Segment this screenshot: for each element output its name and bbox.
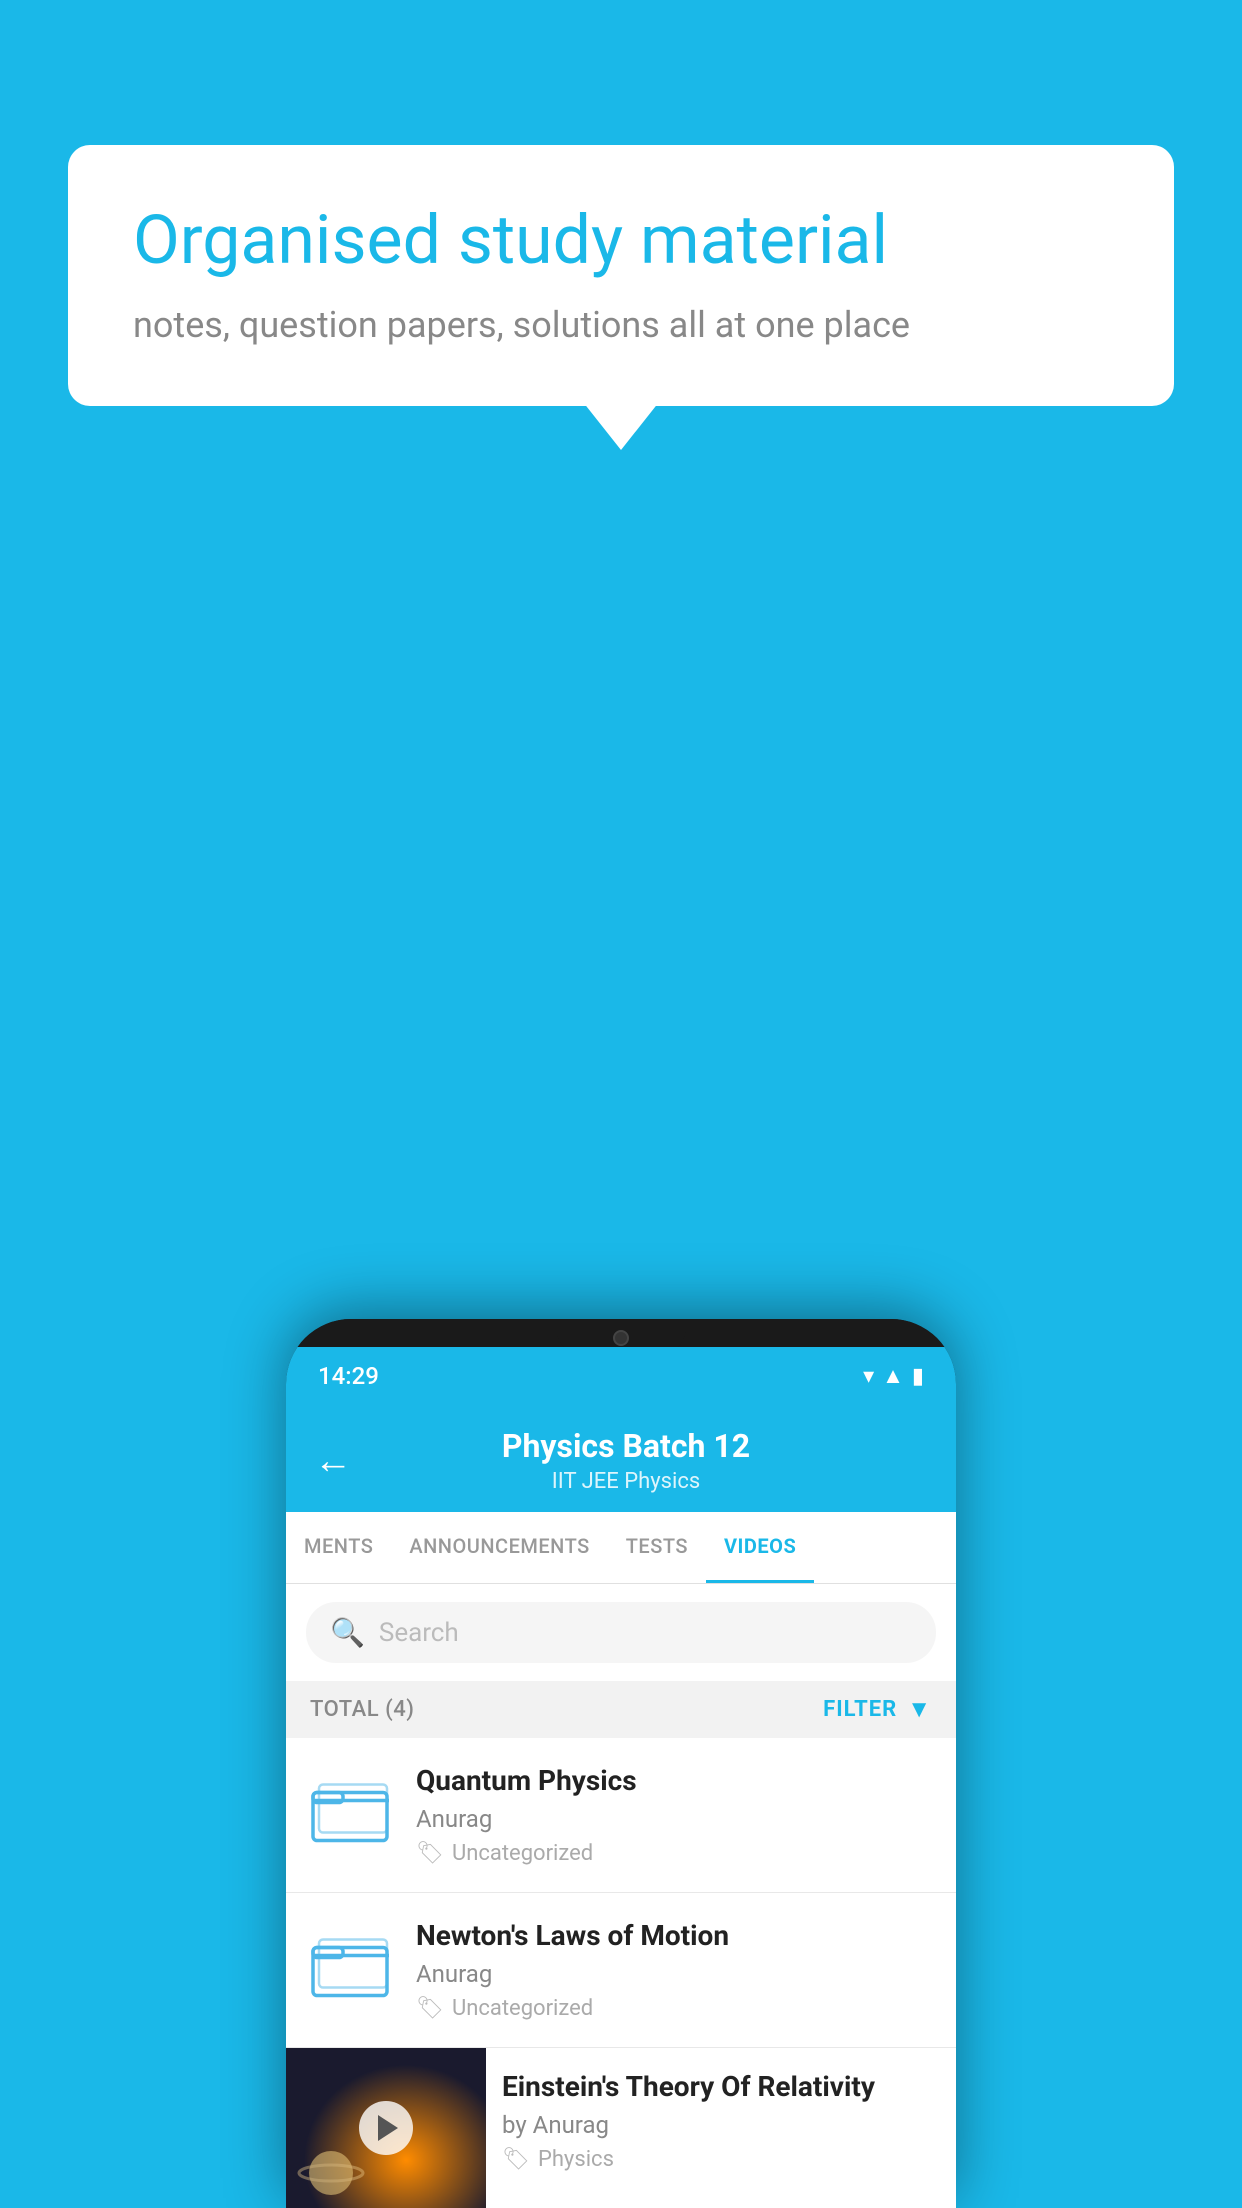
status-bar: 14:29 ▾ ▲ ▮: [286, 1347, 956, 1405]
search-container: 🔍 Search: [286, 1584, 956, 1681]
phone-top-bezel: [286, 1319, 956, 1347]
total-count: TOTAL (4): [310, 1697, 414, 1722]
tabs: MENTS ANNOUNCEMENTS TESTS VIDEOS: [286, 1512, 956, 1584]
filter-row: TOTAL (4) FILTER ▼: [286, 1681, 956, 1738]
video-info: Quantum Physics Anurag 🏷 Uncategorized: [416, 1764, 936, 1866]
tab-announcements[interactable]: ANNOUNCEMENTS: [391, 1512, 607, 1583]
back-button[interactable]: ←: [314, 1442, 352, 1480]
speech-bubble: Organised study material notes, question…: [68, 145, 1174, 406]
folder-thumbnail: [306, 1919, 396, 2009]
tag-icon: 🏷: [416, 1996, 444, 2021]
bubble-title: Organised study material: [133, 200, 1109, 282]
screen: ← Physics Batch 12 IIT JEE Physics MENTS…: [286, 1405, 956, 2208]
video-author: by Anurag: [502, 2111, 940, 2139]
folder-icon: [311, 1927, 391, 2002]
app-header: ← Physics Batch 12 IIT JEE Physics: [286, 1405, 956, 1512]
filter-label: FILTER: [823, 1697, 897, 1722]
space-visual: [296, 2138, 366, 2198]
video-author: Anurag: [416, 1960, 936, 1988]
video-author: Anurag: [416, 1805, 936, 1833]
tag-text: Uncategorized: [452, 1841, 593, 1866]
list-item[interactable]: Quantum Physics Anurag 🏷 Uncategorized: [286, 1738, 956, 1893]
tag-text: Uncategorized: [452, 1996, 593, 2021]
wifi-icon: ▾: [863, 1364, 874, 1389]
tab-ments[interactable]: MENTS: [286, 1512, 391, 1583]
list-item[interactable]: Einstein's Theory Of Relativity by Anura…: [286, 2048, 956, 2208]
video-tag: 🏷 Uncategorized: [416, 1996, 936, 2021]
video-title: Newton's Laws of Motion: [416, 1919, 936, 1952]
video-title: Einstein's Theory Of Relativity: [502, 2070, 940, 2103]
camera-dot: [613, 1330, 629, 1346]
video-title: Quantum Physics: [416, 1764, 936, 1797]
phone-frame: 14:29 ▾ ▲ ▮ ← Physics Batch 12 IIT JEE P…: [286, 1319, 956, 2208]
filter-icon: ▼: [907, 1695, 932, 1724]
header-text: Physics Batch 12 IIT JEE Physics: [376, 1427, 876, 1494]
video-tag: 🏷 Physics: [502, 2147, 940, 2172]
status-icons: ▾ ▲ ▮: [863, 1363, 924, 1389]
tab-videos[interactable]: VIDEOS: [706, 1512, 814, 1583]
list-item[interactable]: Newton's Laws of Motion Anurag 🏷 Uncateg…: [286, 1893, 956, 2048]
speech-bubble-card: Organised study material notes, question…: [68, 145, 1174, 406]
filter-button[interactable]: FILTER ▼: [823, 1695, 932, 1724]
video-info: Newton's Laws of Motion Anurag 🏷 Uncateg…: [416, 1919, 936, 2021]
tag-text: Physics: [538, 2147, 614, 2172]
battery-icon: ▮: [912, 1364, 924, 1389]
status-time: 14:29: [318, 1362, 379, 1390]
play-icon: [378, 2115, 398, 2141]
video-info: Einstein's Theory Of Relativity by Anura…: [486, 2048, 956, 2194]
video-tag: 🏷 Uncategorized: [416, 1841, 936, 1866]
search-input[interactable]: Search: [379, 1618, 459, 1648]
tag-icon: 🏷: [502, 2147, 530, 2172]
folder-thumbnail: [306, 1764, 396, 1854]
header-subtitle: IIT JEE Physics: [376, 1469, 876, 1494]
folder-icon: [311, 1772, 391, 1847]
tag-icon: 🏷: [416, 1841, 444, 1866]
search-bar[interactable]: 🔍 Search: [306, 1602, 936, 1663]
search-icon: 🔍: [330, 1616, 365, 1649]
play-button[interactable]: [359, 2101, 413, 2155]
header-title: Physics Batch 12: [376, 1427, 876, 1465]
video-list: Quantum Physics Anurag 🏷 Uncategorized: [286, 1738, 956, 2208]
bubble-subtitle: notes, question papers, solutions all at…: [133, 304, 1109, 346]
video-thumbnail: [286, 2048, 486, 2208]
signal-icon: ▲: [882, 1363, 904, 1389]
tab-tests[interactable]: TESTS: [608, 1512, 706, 1583]
